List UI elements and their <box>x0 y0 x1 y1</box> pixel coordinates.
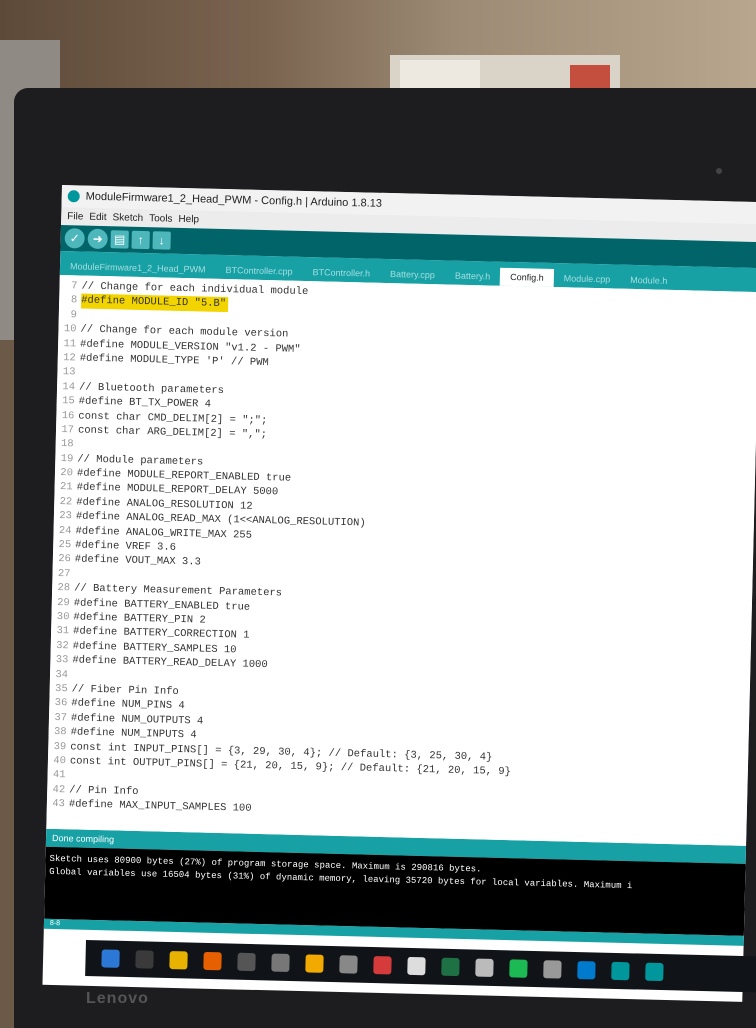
upload-button[interactable]: ➜ <box>87 228 108 250</box>
line-number: 39 <box>53 740 67 753</box>
line-number: 19 <box>60 452 74 466</box>
line-number: 38 <box>53 726 67 739</box>
search-icon[interactable] <box>135 950 154 969</box>
menu-sketch[interactable]: Sketch <box>112 212 143 224</box>
line-number: 31 <box>56 625 70 638</box>
app-icon[interactable] <box>237 952 256 972</box>
line-number: 7 <box>71 280 78 293</box>
file-explorer-icon[interactable] <box>169 951 188 970</box>
menu-help[interactable]: Help <box>178 213 199 224</box>
line-number: 8 <box>70 294 78 307</box>
menu-file[interactable]: File <box>67 211 83 222</box>
line-number: 15 <box>61 395 75 408</box>
app-icon[interactable] <box>271 953 290 972</box>
open-button[interactable]: ↑ <box>131 230 150 250</box>
app-icon[interactable] <box>373 956 392 975</box>
line-number: 32 <box>55 639 69 653</box>
chrome-icon[interactable] <box>407 956 426 976</box>
tab-config-h[interactable]: Config.h <box>500 267 554 288</box>
arduino-taskbar-icon[interactable] <box>645 962 664 982</box>
line-number: 34 <box>55 668 69 681</box>
line-number: 40 <box>53 754 67 768</box>
laptop-brand: Lenovo <box>86 990 149 1007</box>
new-button[interactable]: ▤ <box>110 230 129 249</box>
line-number: 41 <box>52 769 66 782</box>
arduino-taskbar-icon[interactable] <box>611 961 630 981</box>
verify-button[interactable]: ✓ <box>64 228 85 249</box>
tab-btcontroller-h[interactable]: BTController.h <box>302 263 380 283</box>
line-number: 26 <box>58 553 71 566</box>
line-number: 12 <box>63 352 76 365</box>
arduino-icon <box>67 190 80 203</box>
line-number: 16 <box>61 409 75 422</box>
line-number: 25 <box>58 539 72 552</box>
line-number: 24 <box>58 524 72 537</box>
laptop-screen: ModuleFirmware1_2_Head_PWM - Config.h | … <box>42 185 756 1002</box>
line-number: 29 <box>57 596 70 609</box>
tab-btcontroller-cpp[interactable]: BTController.cpp <box>215 261 302 281</box>
tab-battery-cpp[interactable]: Battery.cpp <box>380 265 445 285</box>
app-icon[interactable] <box>339 955 358 974</box>
line-number: 20 <box>60 467 74 480</box>
menu-tools[interactable]: Tools <box>149 213 173 225</box>
tab-module-h[interactable]: Module.h <box>620 271 677 290</box>
line-number: 36 <box>54 697 68 710</box>
vscode-icon[interactable] <box>577 961 596 980</box>
line-number: 14 <box>62 380 76 394</box>
app-icon[interactable] <box>543 960 562 979</box>
line-number: 21 <box>59 481 73 494</box>
line-number: 13 <box>62 366 76 379</box>
firefox-icon[interactable] <box>203 951 222 971</box>
line-number: 23 <box>59 510 73 523</box>
line-number: 17 <box>61 423 75 437</box>
excel-icon[interactable] <box>441 957 460 977</box>
line-number: 33 <box>55 654 69 667</box>
line-number: 42 <box>52 783 66 796</box>
tab-battery-h[interactable]: Battery.h <box>445 266 501 285</box>
save-button[interactable]: ↓ <box>152 231 171 250</box>
spotify-icon[interactable] <box>509 959 528 978</box>
settings-icon[interactable] <box>475 958 494 977</box>
app-e-icon[interactable] <box>305 954 324 973</box>
line-number: 43 <box>52 798 66 811</box>
line-number: 28 <box>57 582 71 595</box>
menu-edit[interactable]: Edit <box>89 211 106 222</box>
line-number: 22 <box>59 495 73 509</box>
line-number: 37 <box>54 711 68 724</box>
line-number: 10 <box>63 323 77 336</box>
line-number: 11 <box>63 337 77 350</box>
webcam <box>716 168 722 174</box>
windows-start-icon[interactable] <box>101 949 120 968</box>
line-number: 9 <box>70 309 77 322</box>
tab-module-cpp[interactable]: Module.cpp <box>554 269 621 289</box>
line-number: 27 <box>57 567 71 581</box>
line-number: 18 <box>60 438 74 451</box>
window-title: ModuleFirmware1_2_Head_PWM - Config.h | … <box>85 190 383 210</box>
code-editor[interactable]: 7// Change for each individual module 8 #d… <box>46 274 756 846</box>
line-number: 35 <box>54 682 68 696</box>
line-number: 30 <box>56 610 70 624</box>
